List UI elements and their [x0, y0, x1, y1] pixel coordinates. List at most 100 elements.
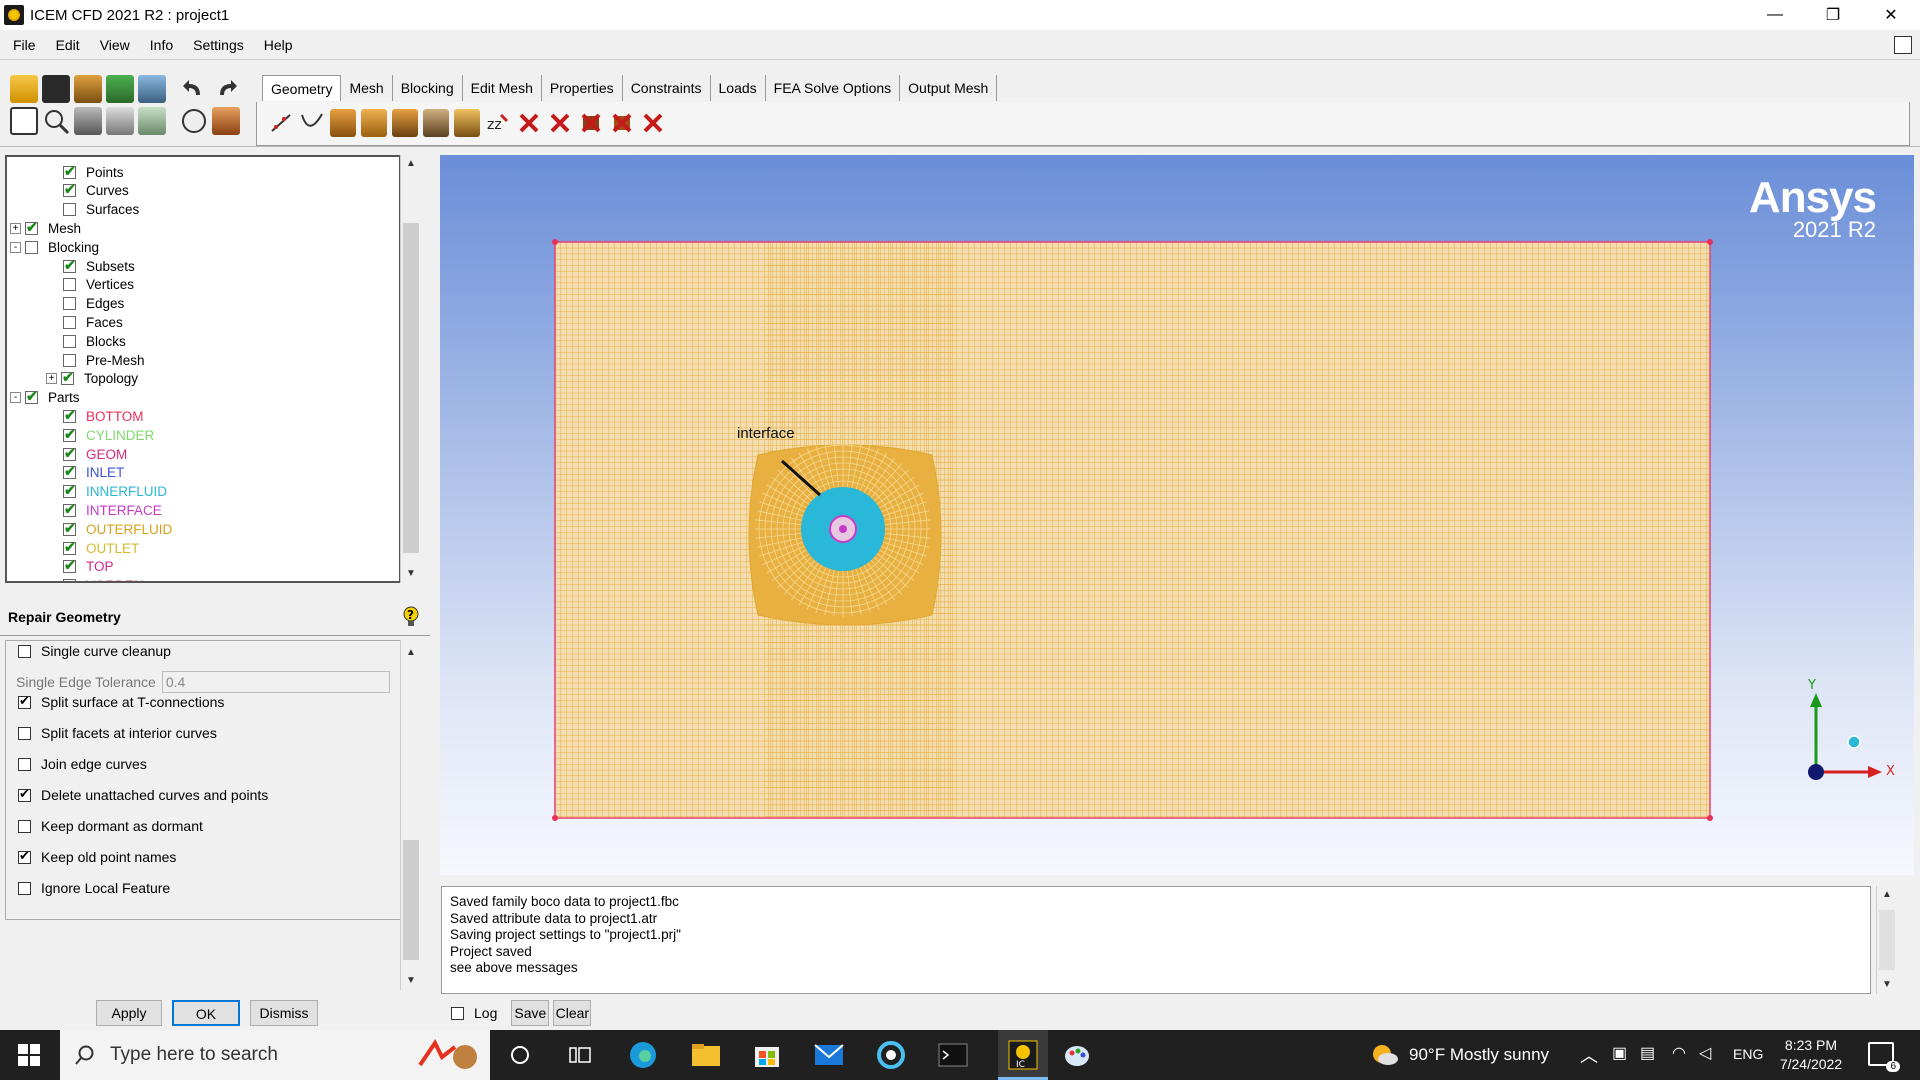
tree-item-bottom[interactable]: BOTTOM — [63, 407, 144, 425]
option-split-facets-at-interior-curves[interactable]: Split facets at interior curves — [18, 725, 217, 741]
meet-now-icon[interactable]: ▣ — [1612, 1043, 1627, 1063]
tree-checkbox[interactable] — [63, 520, 76, 537]
close-button[interactable]: ✕ — [1862, 0, 1920, 30]
tab-constraints[interactable]: Constraints — [622, 75, 711, 101]
tree-item-cylinder[interactable]: CYLINDER — [63, 426, 154, 444]
tree-item-surfaces[interactable]: Surfaces — [63, 201, 139, 219]
tree-checkbox[interactable] — [63, 407, 76, 424]
tab-loads[interactable]: Loads — [710, 75, 766, 101]
redo-icon[interactable] — [212, 75, 240, 103]
menu-info[interactable]: Info — [137, 37, 180, 53]
option-checkbox[interactable] — [18, 786, 31, 802]
language-indicator[interactable]: ENG — [1733, 1046, 1763, 1062]
option-checkbox[interactable] — [18, 693, 31, 709]
paint-icon[interactable] — [1060, 1038, 1094, 1072]
option-checkbox[interactable] — [18, 757, 31, 771]
delete-body-icon[interactable] — [609, 109, 635, 137]
tree-item-inlet[interactable]: INLET — [63, 463, 124, 482]
wifi-icon[interactable]: ◠ — [1672, 1043, 1686, 1063]
task-view-icon[interactable] — [563, 1038, 597, 1072]
dismiss-button[interactable]: Dismiss — [250, 1000, 318, 1026]
tree-checkbox[interactable] — [25, 388, 38, 405]
option-checkbox[interactable] — [18, 881, 31, 895]
tree-item-mesh[interactable]: + Mesh — [10, 219, 81, 237]
create-curve-icon[interactable] — [299, 109, 325, 137]
repair-geometry-icon[interactable] — [392, 109, 418, 137]
geometry-simplification-icon[interactable] — [423, 109, 449, 137]
tree-checkbox[interactable] — [63, 482, 76, 499]
store-icon[interactable] — [750, 1038, 784, 1072]
edge-browser-icon[interactable] — [626, 1038, 660, 1072]
tree-checkbox[interactable] — [63, 445, 76, 462]
tolerance-input[interactable]: 0.4 — [161, 671, 390, 693]
delete-any-entity-icon[interactable] — [640, 109, 666, 137]
ok-button[interactable]: OK — [172, 1000, 240, 1026]
tree-item-points[interactable]: Points — [63, 163, 124, 181]
view-icon[interactable] — [138, 107, 166, 135]
tree-checkbox[interactable] — [63, 426, 76, 443]
menu-file[interactable]: File — [0, 37, 43, 53]
tree-item-subsets[interactable]: Subsets — [63, 257, 135, 275]
clock[interactable]: 8:23 PM 7/24/2022 — [1776, 1036, 1846, 1074]
tree-item-curves[interactable]: Curves — [63, 181, 129, 200]
open-geometry-icon[interactable] — [74, 75, 102, 103]
message-window[interactable]: Saved family boco data to project1.fbc Sa… — [441, 886, 1871, 994]
tab-geometry[interactable]: Geometry — [262, 75, 342, 101]
option-keep-old-point-names[interactable]: Keep old point names — [18, 848, 176, 865]
tree-checkbox[interactable] — [63, 579, 76, 581]
expand-icon[interactable]: + — [10, 222, 21, 234]
tree-checkbox[interactable] — [25, 219, 38, 236]
option-checkbox[interactable] — [18, 644, 31, 658]
tree-checkbox[interactable] — [63, 278, 76, 292]
zoom-box-icon[interactable] — [42, 107, 70, 135]
tree-item-edges[interactable]: Edges — [63, 295, 124, 313]
save-geometry-icon[interactable] — [138, 75, 166, 103]
message-clear-button[interactable]: Clear — [553, 1000, 592, 1026]
option-checkbox[interactable] — [18, 819, 31, 833]
terminal-icon[interactable] — [936, 1038, 970, 1072]
distance-icon[interactable] — [106, 107, 134, 135]
open-project-icon[interactable] — [10, 75, 38, 103]
create-body-icon[interactable] — [361, 109, 387, 137]
solid-view-icon[interactable] — [180, 107, 208, 135]
option-split-surface-at-t-connections[interactable]: Split surface at T-connections — [18, 693, 224, 710]
tree-checkbox[interactable] — [63, 463, 76, 480]
option-ignore-local-feature[interactable]: Ignore Local Feature — [18, 880, 170, 896]
apply-button[interactable]: Apply — [96, 1000, 162, 1026]
tree-item-pre-mesh[interactable]: Pre-Mesh — [63, 351, 145, 369]
undo-icon[interactable] — [180, 75, 208, 103]
mail-icon[interactable] — [812, 1038, 846, 1072]
minimize-button[interactable]: — — [1746, 0, 1804, 30]
tab-properties[interactable]: Properties — [541, 75, 623, 101]
collapse-icon[interactable]: - — [10, 241, 21, 253]
tree-item-blocking[interactable]: - Blocking — [10, 238, 99, 256]
tree-item-faces[interactable]: Faces — [63, 313, 123, 331]
show-hidden-icons[interactable]: ︿ — [1580, 1042, 1598, 1068]
menu-help[interactable]: Help — [251, 37, 300, 53]
option-single-curve-cleanup[interactable]: Single curve cleanup — [18, 643, 171, 659]
tab-edit-mesh[interactable]: Edit Mesh — [462, 75, 542, 101]
tree-checkbox[interactable] — [63, 297, 76, 311]
message-save-button[interactable]: Save — [511, 1000, 550, 1026]
tree-item-geom[interactable]: GEOM — [63, 445, 127, 463]
tree-item-outlet[interactable]: OUTLET — [63, 539, 139, 557]
repair-scrollbar[interactable]: ▲ ▼ — [400, 640, 420, 990]
menu-edit[interactable]: Edit — [43, 37, 87, 53]
delete-curve-icon[interactable] — [547, 109, 573, 137]
option-join-edge-curves[interactable]: Join edge curves — [18, 756, 147, 772]
tab-mesh[interactable]: Mesh — [341, 75, 393, 101]
network-drive-icon[interactable]: ▤ — [1640, 1043, 1655, 1063]
create-point-icon[interactable] — [268, 109, 294, 137]
menu-view[interactable]: View — [87, 37, 137, 53]
tree-item-vorden[interactable]: VORDEN — [63, 577, 144, 581]
tree-item-innerfluid[interactable]: INNERFLUID — [63, 482, 167, 501]
notification-center-icon[interactable]: 6 — [1868, 1042, 1900, 1072]
option-delete-unattached-curves-and-points[interactable]: Delete unattached curves and points — [18, 786, 268, 803]
message-scrollbar[interactable]: ▲ ▼ — [1876, 886, 1896, 994]
option-checkbox[interactable] — [18, 848, 31, 864]
icem-cfd-taskbar-icon[interactable]: IC — [998, 1030, 1048, 1080]
tree-checkbox[interactable] — [61, 369, 74, 386]
transform-geometry-icon[interactable] — [454, 109, 480, 137]
restore-dormant-icon[interactable]: zz — [485, 109, 511, 137]
tree-item-topology[interactable]: + Topology — [46, 369, 138, 388]
